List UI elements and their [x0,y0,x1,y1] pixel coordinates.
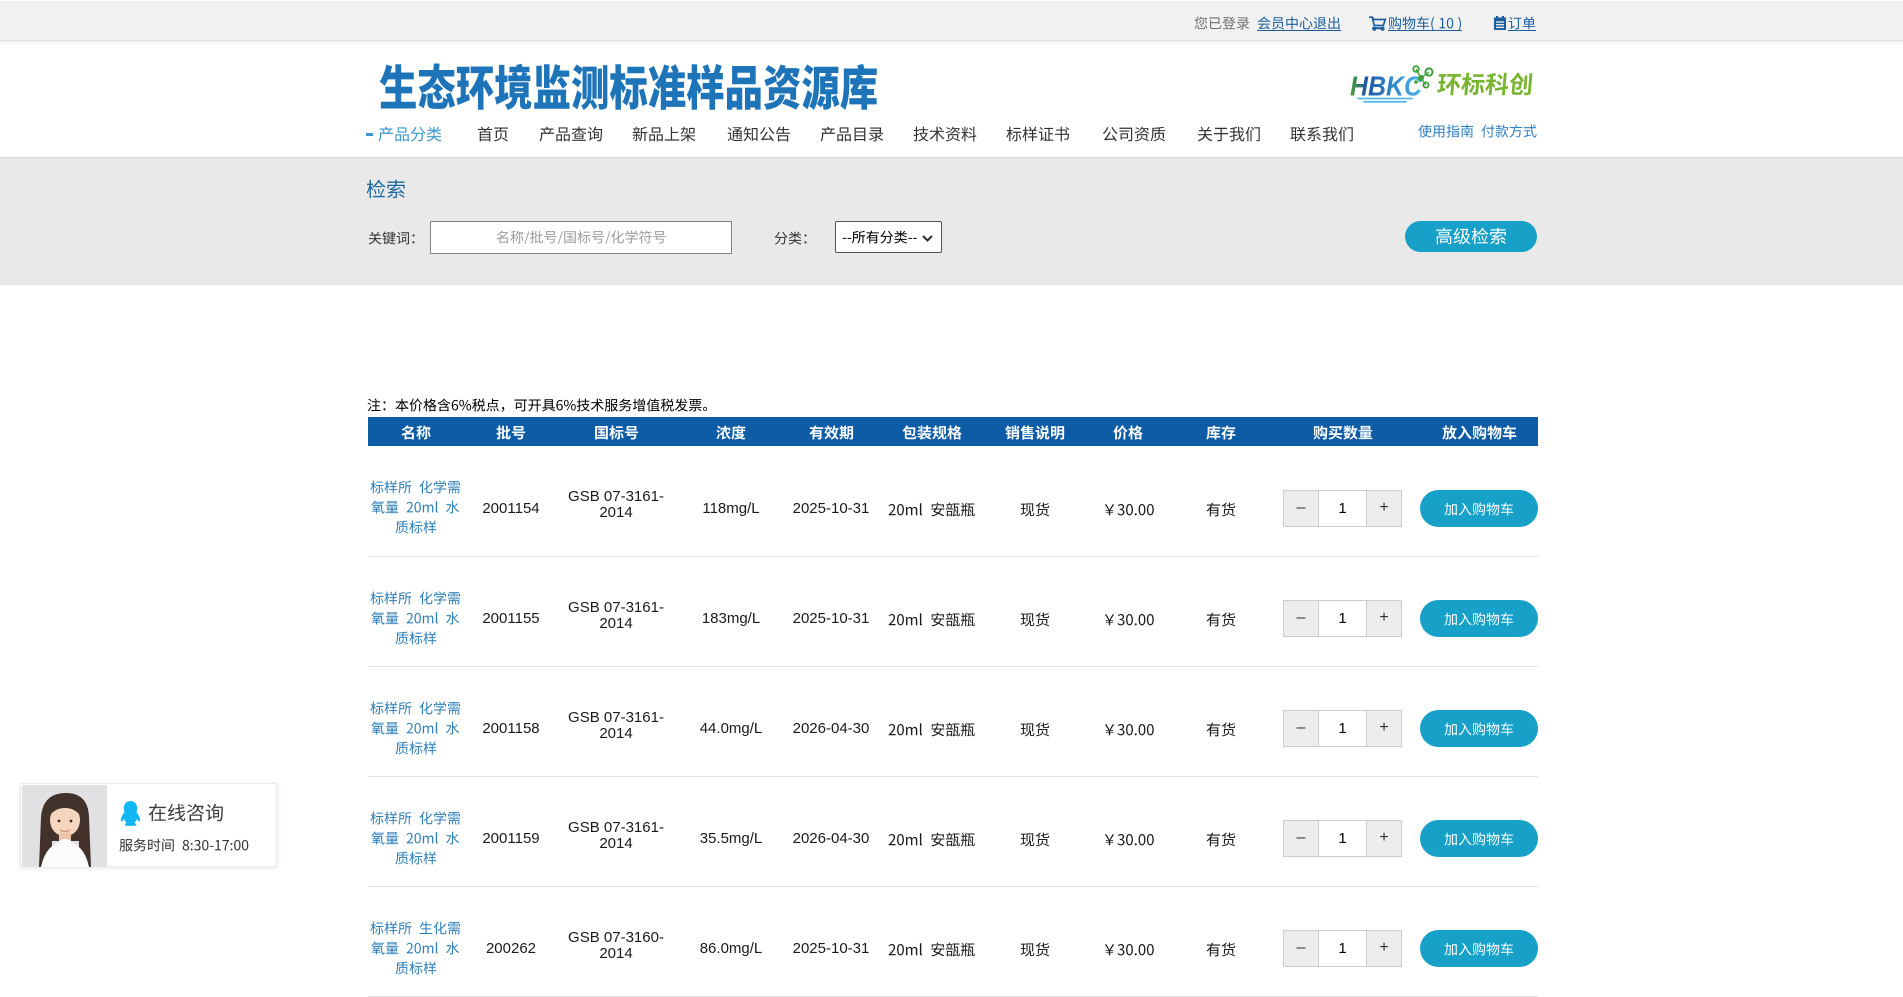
svg-text:HBKC: HBKC [1350,70,1423,101]
